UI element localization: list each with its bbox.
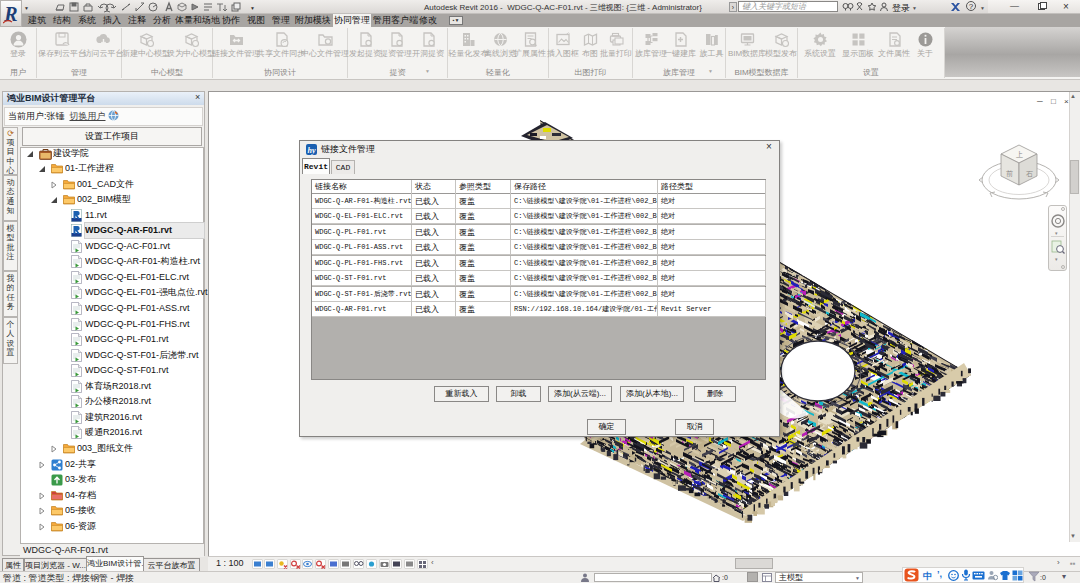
svg-text:hy: hy (308, 146, 316, 155)
